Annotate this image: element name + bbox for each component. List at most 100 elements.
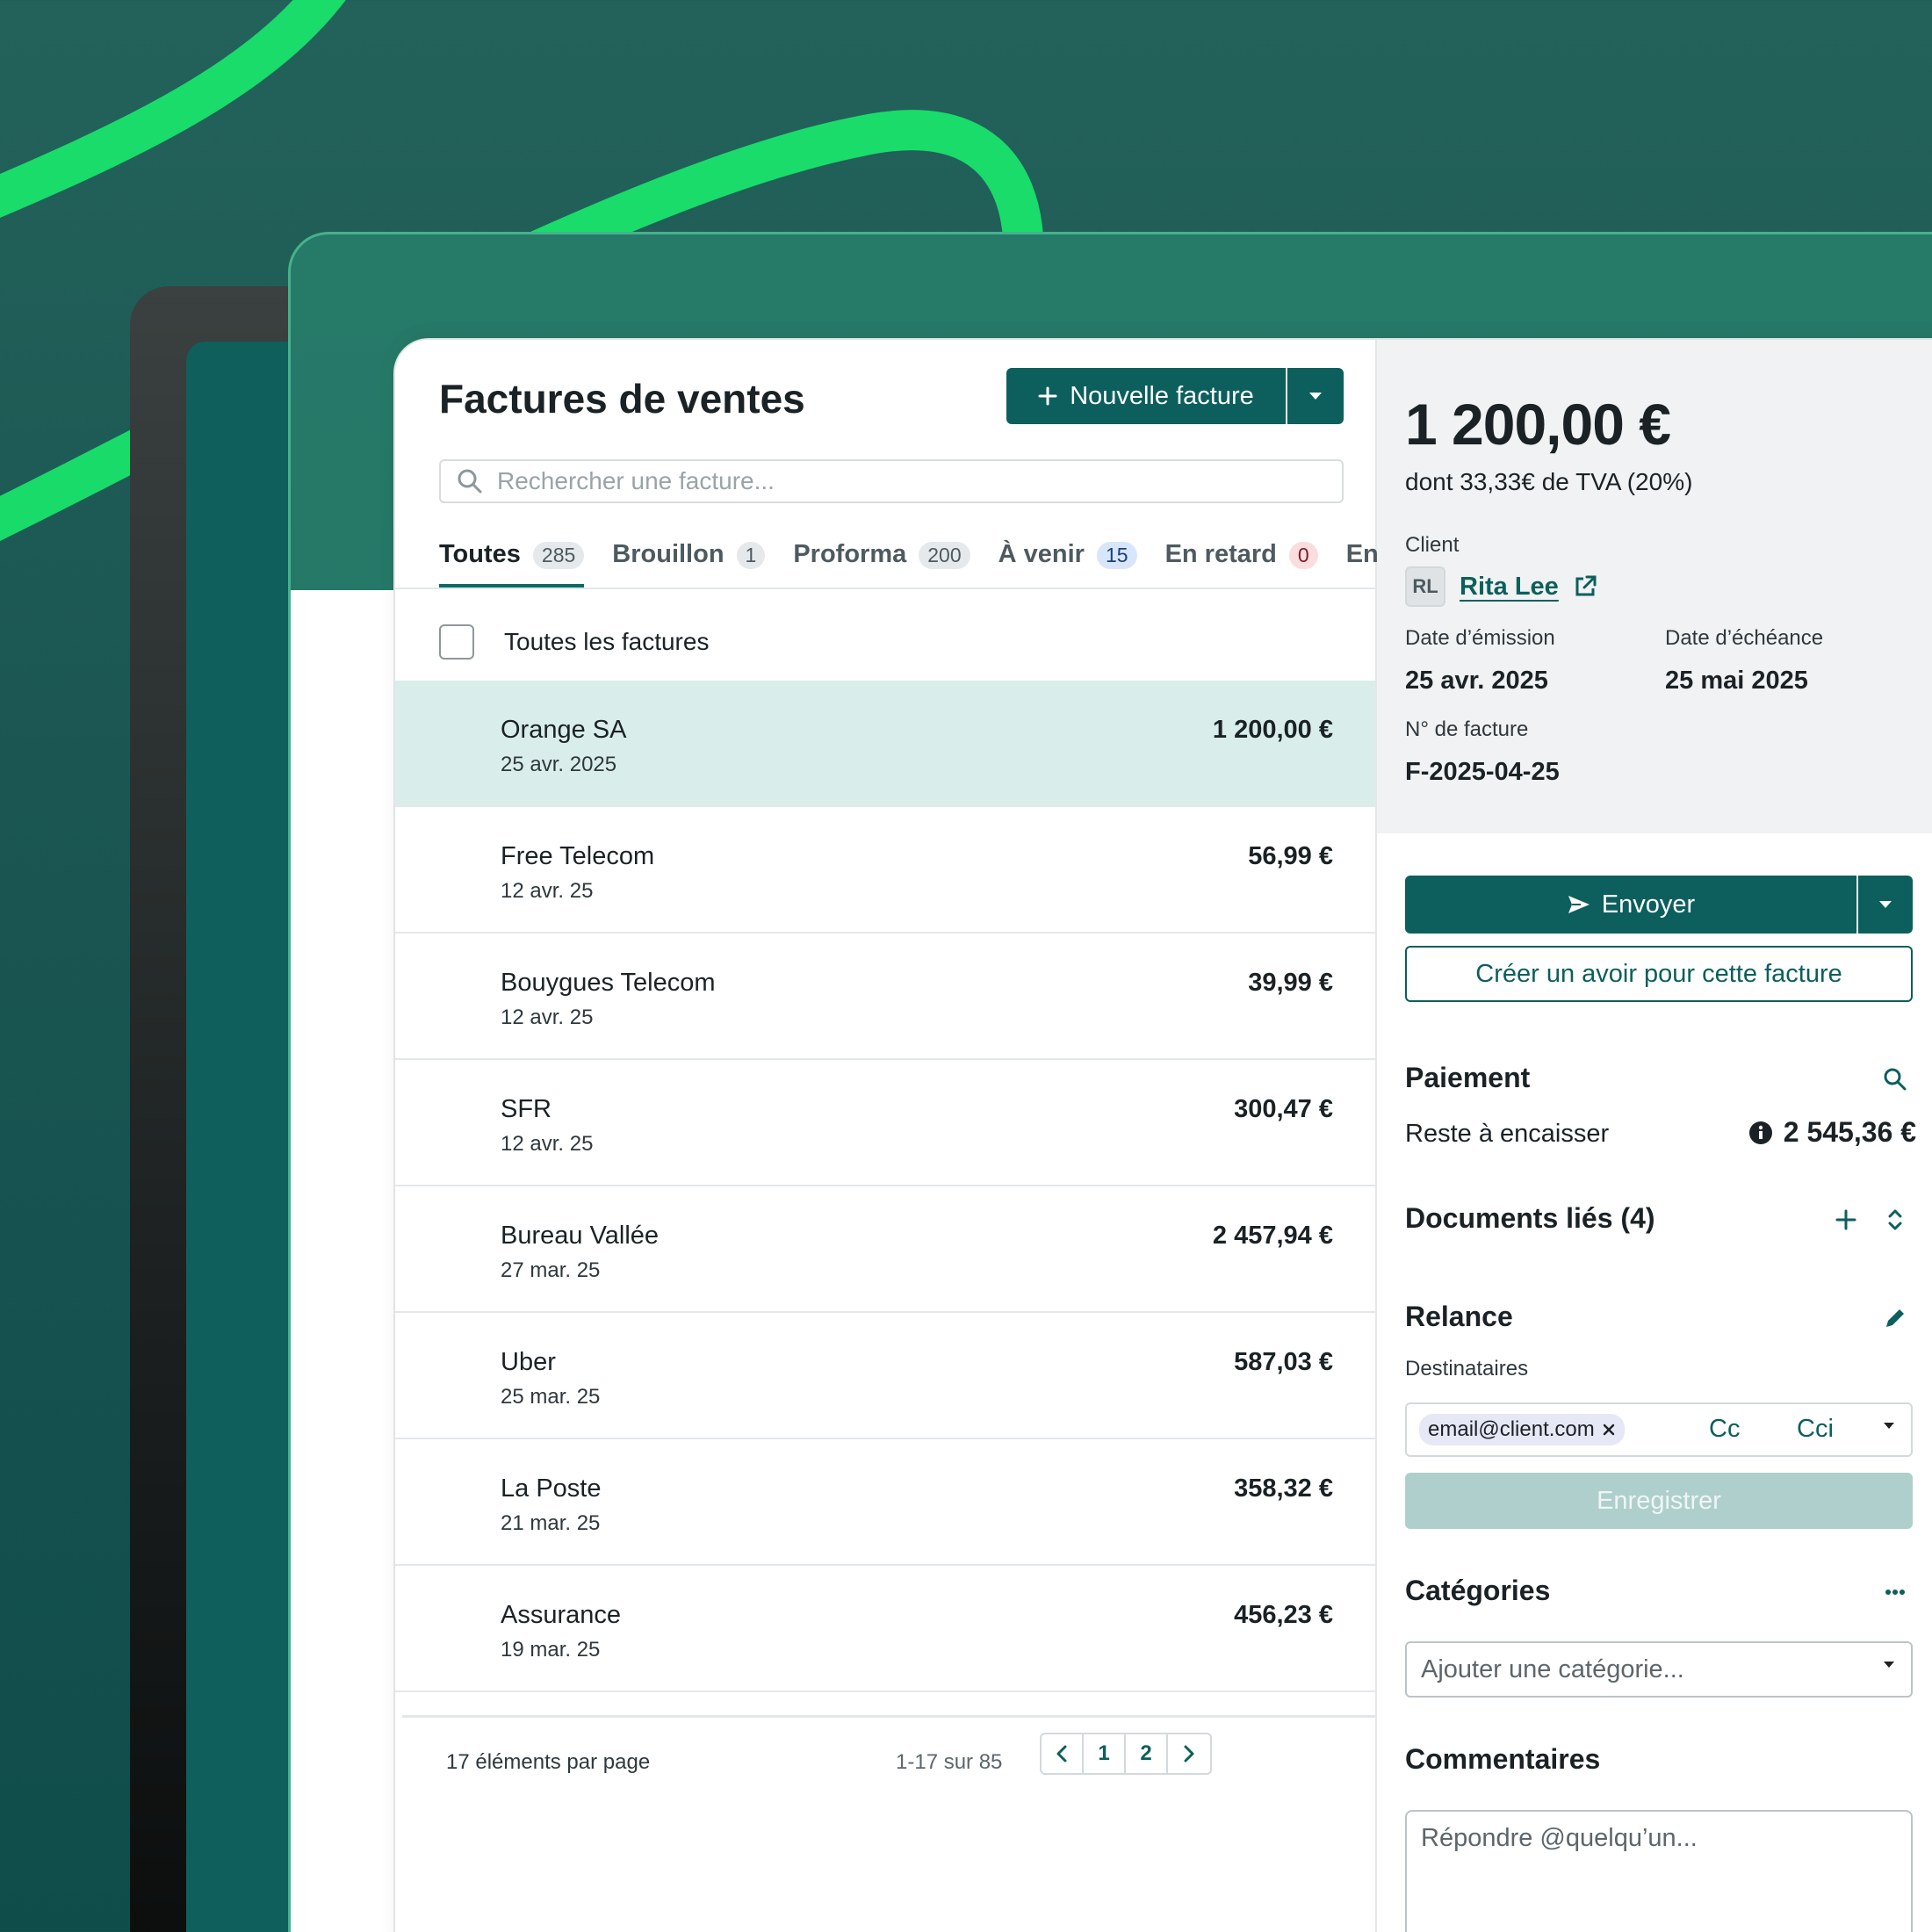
- table-row[interactable]: La Poste 21 mar. 25 358,32 €: [395, 1439, 1375, 1566]
- issue-date-label: Date d’émission: [1405, 626, 1555, 650]
- tabs-divider: [395, 588, 1377, 589]
- invoice-number-label: N° de facture: [1405, 717, 1529, 741]
- row-client-name: Uber: [501, 1348, 556, 1376]
- save-button[interactable]: Enregistrer: [1405, 1473, 1913, 1529]
- table-row[interactable]: Orange SA 25 avr. 2025 1 200,00 €: [395, 681, 1375, 807]
- plus-icon[interactable]: [1828, 1202, 1864, 1237]
- chevron-right-icon: [1184, 1745, 1194, 1763]
- recipients-label: Destinataires: [1405, 1357, 1529, 1381]
- cc-button[interactable]: Cc: [1709, 1415, 1740, 1444]
- row-client-name: SFR: [501, 1095, 551, 1123]
- row-date: 12 avr. 25: [501, 1006, 594, 1029]
- invoice-number: F-2025-04-25: [1405, 758, 1560, 786]
- client-link[interactable]: Rita Lee: [1460, 573, 1559, 602]
- row-amount: 587,03 €: [1234, 1348, 1333, 1376]
- send-icon: [1568, 896, 1590, 913]
- tab-en-retard[interactable]: En retard 0: [1165, 540, 1318, 588]
- pagination: 1 2: [1040, 1733, 1212, 1775]
- tab-a-venir[interactable]: À venir 15: [998, 540, 1137, 588]
- tab-label: À venir: [998, 540, 1085, 568]
- page-button-1[interactable]: 1: [1084, 1734, 1126, 1773]
- category-select[interactable]: Ajouter une catégorie...: [1405, 1641, 1913, 1698]
- tab-truncated[interactable]: En: [1346, 540, 1377, 588]
- row-date: 12 avr. 25: [501, 1132, 594, 1156]
- comment-placeholder: Répondre @quelqu’un...: [1421, 1824, 1698, 1852]
- items-per-page[interactable]: 17 éléments par page: [446, 1750, 650, 1775]
- caret-down-icon: [1879, 901, 1892, 908]
- tab-toutes[interactable]: Toutes 285: [439, 540, 585, 588]
- filter-tabs: Toutes 285 Brouillon 1 Proforma 200 À ve…: [439, 540, 1377, 588]
- detail-summary: 1 200,00 € dont 33,33€ de TVA (20%) Clie…: [1377, 340, 1932, 833]
- row-client-name: La Poste: [501, 1474, 602, 1503]
- list-footer-divider: [402, 1715, 1377, 1718]
- table-row[interactable]: Bureau Vallée 27 mar. 25 2 457,94 €: [395, 1186, 1375, 1313]
- tab-label: En retard: [1164, 540, 1277, 568]
- recipients-field[interactable]: email@client.com Cc Cci: [1405, 1402, 1913, 1457]
- avatar: RL: [1405, 566, 1445, 607]
- row-amount: 39,99 €: [1248, 969, 1333, 997]
- row-amount: 300,47 €: [1234, 1095, 1333, 1123]
- row-date: 21 mar. 25: [501, 1511, 601, 1535]
- table-row[interactable]: Free Telecom 12 avr. 25 56,99 €: [395, 807, 1375, 934]
- table-row[interactable]: SFR 12 avr. 25 300,47 €: [395, 1060, 1375, 1186]
- invoice-detail-panel: 1 200,00 € dont 33,33€ de TVA (20%) Clie…: [1377, 340, 1932, 1932]
- tab-count: 1: [736, 542, 766, 569]
- recipient-chip: email@client.com: [1419, 1414, 1625, 1445]
- table-row[interactable]: Uber 25 mar. 25 587,03 €: [395, 1313, 1375, 1439]
- tab-brouillon[interactable]: Brouillon 1: [612, 540, 766, 588]
- row-amount: 1 200,00 €: [1212, 716, 1333, 744]
- tab-proforma[interactable]: Proforma 200: [793, 540, 970, 588]
- remaining-label: Reste à encaisser: [1405, 1120, 1610, 1148]
- cci-button[interactable]: Cci: [1797, 1415, 1834, 1444]
- search-icon[interactable]: [1878, 1062, 1913, 1097]
- client-label: Client: [1405, 533, 1460, 557]
- invoice-list-panel: Factures de ventes Nouvelle facture Rech…: [395, 340, 1377, 1932]
- select-all-checkbox[interactable]: [439, 624, 474, 660]
- due-date: 25 mai 2025: [1665, 667, 1808, 695]
- close-icon[interactable]: [1602, 1423, 1616, 1437]
- row-date: 12 avr. 25: [501, 879, 594, 903]
- tab-count: 200: [919, 542, 970, 569]
- row-date: 27 mar. 25: [501, 1258, 601, 1282]
- prev-page-button[interactable]: [1042, 1734, 1084, 1773]
- more-options-icon[interactable]: [1878, 1575, 1913, 1610]
- pagination-range: 1-17 sur 85: [896, 1750, 1003, 1774]
- comment-input[interactable]: Répondre @quelqu’un...: [1405, 1810, 1913, 1932]
- row-client-name: Assurance: [501, 1601, 622, 1629]
- table-row[interactable]: Assurance 19 mar. 25 456,23 €: [395, 1566, 1375, 1692]
- search-placeholder: Rechercher une facture...: [497, 467, 775, 494]
- search-input[interactable]: Rechercher une facture...: [439, 459, 1344, 503]
- row-amount: 56,99 €: [1248, 842, 1333, 870]
- row-amount: 358,32 €: [1234, 1474, 1333, 1503]
- info-icon: [1748, 1121, 1772, 1144]
- caret-down-icon[interactable]: [1883, 1422, 1895, 1430]
- page-button-2[interactable]: 2: [1126, 1734, 1168, 1773]
- send-button[interactable]: Envoyer: [1405, 876, 1858, 934]
- search-icon: [458, 469, 482, 494]
- row-date: 19 mar. 25: [501, 1638, 601, 1662]
- caret-down-icon: [1309, 393, 1322, 400]
- remaining-amount-group: 2 545,36 €: [1748, 1116, 1916, 1149]
- categories-section-title: Catégories: [1405, 1575, 1551, 1606]
- create-credit-note-button[interactable]: Créer un avoir pour cette facture: [1405, 946, 1913, 1002]
- row-date: 25 mar. 25: [501, 1385, 601, 1409]
- tab-count: 15: [1096, 542, 1137, 569]
- row-client-name: Free Telecom: [501, 842, 655, 870]
- new-invoice-dropdown-button[interactable]: [1287, 368, 1344, 424]
- new-invoice-button[interactable]: Nouvelle facture: [1006, 368, 1287, 424]
- send-button-group: Envoyer: [1405, 876, 1913, 934]
- row-amount: 456,23 €: [1234, 1601, 1333, 1629]
- expand-collapse-icon[interactable]: [1878, 1202, 1913, 1237]
- tab-label: Brouillon: [612, 540, 724, 568]
- select-all-label: Toutes les factures: [504, 628, 710, 655]
- next-page-button[interactable]: [1168, 1734, 1210, 1773]
- row-client-name: Bouygues Telecom: [501, 969, 716, 997]
- send-dropdown-button[interactable]: [1858, 876, 1913, 934]
- external-link-icon[interactable]: [1573, 574, 1597, 599]
- tab-count: 285: [532, 542, 585, 569]
- issue-date: 25 avr. 2025: [1405, 667, 1548, 695]
- app-window: Factures de ventes Nouvelle facture Rech…: [393, 338, 1932, 1932]
- table-row[interactable]: Bouygues Telecom 12 avr. 25 39,99 €: [395, 934, 1375, 1060]
- tab-label: Proforma: [793, 540, 907, 568]
- pencil-icon[interactable]: [1878, 1301, 1913, 1336]
